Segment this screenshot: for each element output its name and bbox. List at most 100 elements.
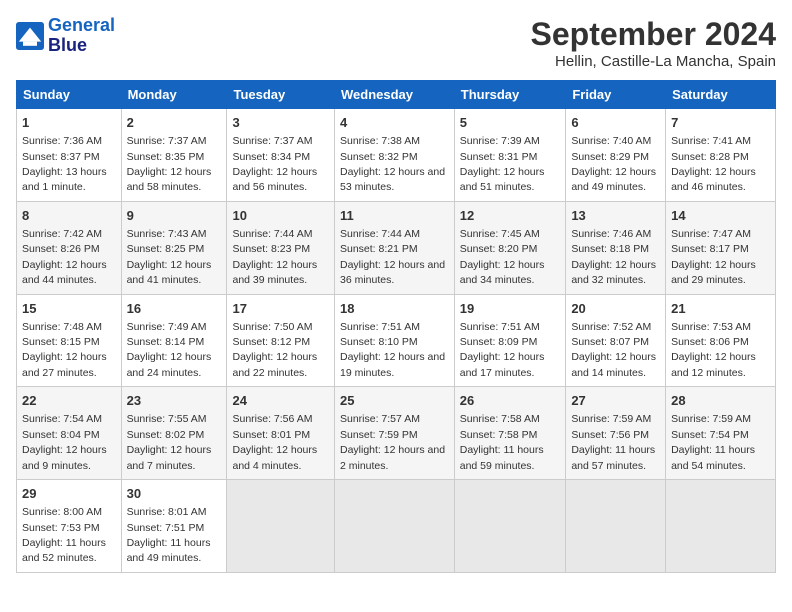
calendar-cell: 17 Sunrise: 7:50 AMSunset: 8:12 PMDaylig… bbox=[227, 294, 335, 387]
day-info: Sunrise: 7:53 AMSunset: 8:06 PMDaylight:… bbox=[671, 321, 756, 379]
day-info: Sunrise: 7:54 AMSunset: 8:04 PMDaylight:… bbox=[22, 413, 107, 471]
day-number: 24 bbox=[232, 392, 329, 410]
day-number: 26 bbox=[460, 392, 561, 410]
calendar-cell bbox=[227, 480, 335, 573]
day-number: 29 bbox=[22, 485, 116, 503]
day-info: Sunrise: 7:43 AMSunset: 8:25 PMDaylight:… bbox=[127, 228, 212, 286]
day-number: 10 bbox=[232, 207, 329, 225]
day-info: Sunrise: 8:01 AMSunset: 7:51 PMDaylight:… bbox=[127, 506, 211, 564]
calendar-cell: 29 Sunrise: 8:00 AMSunset: 7:53 PMDaylig… bbox=[17, 480, 122, 573]
day-info: Sunrise: 7:46 AMSunset: 8:18 PMDaylight:… bbox=[571, 228, 656, 286]
day-header-saturday: Saturday bbox=[666, 81, 776, 109]
day-info: Sunrise: 7:42 AMSunset: 8:26 PMDaylight:… bbox=[22, 228, 107, 286]
day-number: 3 bbox=[232, 114, 329, 132]
calendar-cell: 5 Sunrise: 7:39 AMSunset: 8:31 PMDayligh… bbox=[454, 109, 566, 202]
day-info: Sunrise: 7:44 AMSunset: 8:23 PMDaylight:… bbox=[232, 228, 317, 286]
calendar-cell: 9 Sunrise: 7:43 AMSunset: 8:25 PMDayligh… bbox=[121, 201, 227, 294]
calendar-cell bbox=[454, 480, 566, 573]
day-number: 7 bbox=[671, 114, 770, 132]
day-info: Sunrise: 7:41 AMSunset: 8:28 PMDaylight:… bbox=[671, 135, 756, 193]
calendar-cell: 19 Sunrise: 7:51 AMSunset: 8:09 PMDaylig… bbox=[454, 294, 566, 387]
day-number: 22 bbox=[22, 392, 116, 410]
calendar-week-0: 1 Sunrise: 7:36 AMSunset: 8:37 PMDayligh… bbox=[17, 109, 776, 202]
calendar-cell: 12 Sunrise: 7:45 AMSunset: 8:20 PMDaylig… bbox=[454, 201, 566, 294]
day-info: Sunrise: 8:00 AMSunset: 7:53 PMDaylight:… bbox=[22, 506, 106, 564]
calendar-cell: 18 Sunrise: 7:51 AMSunset: 8:10 PMDaylig… bbox=[334, 294, 454, 387]
day-header-friday: Friday bbox=[566, 81, 666, 109]
calendar-cell bbox=[334, 480, 454, 573]
day-info: Sunrise: 7:39 AMSunset: 8:31 PMDaylight:… bbox=[460, 135, 545, 193]
calendar-cell: 10 Sunrise: 7:44 AMSunset: 8:23 PMDaylig… bbox=[227, 201, 335, 294]
day-number: 25 bbox=[340, 392, 449, 410]
day-number: 2 bbox=[127, 114, 222, 132]
calendar-cell bbox=[566, 480, 666, 573]
calendar-cell: 20 Sunrise: 7:52 AMSunset: 8:07 PMDaylig… bbox=[566, 294, 666, 387]
day-number: 8 bbox=[22, 207, 116, 225]
calendar-subtitle: Hellin, Castille-La Mancha, Spain bbox=[531, 53, 776, 70]
calendar-cell: 27 Sunrise: 7:59 AMSunset: 7:56 PMDaylig… bbox=[566, 387, 666, 480]
calendar-cell: 26 Sunrise: 7:58 AMSunset: 7:58 PMDaylig… bbox=[454, 387, 566, 480]
calendar-cell: 7 Sunrise: 7:41 AMSunset: 8:28 PMDayligh… bbox=[666, 109, 776, 202]
day-number: 28 bbox=[671, 392, 770, 410]
logo: GeneralBlue bbox=[16, 16, 115, 56]
calendar-cell: 25 Sunrise: 7:57 AMSunset: 7:59 PMDaylig… bbox=[334, 387, 454, 480]
day-number: 21 bbox=[671, 300, 770, 318]
calendar-cell: 13 Sunrise: 7:46 AMSunset: 8:18 PMDaylig… bbox=[566, 201, 666, 294]
day-info: Sunrise: 7:49 AMSunset: 8:14 PMDaylight:… bbox=[127, 321, 212, 379]
header: GeneralBlue September 2024 Hellin, Casti… bbox=[16, 16, 776, 70]
day-number: 23 bbox=[127, 392, 222, 410]
calendar-cell: 16 Sunrise: 7:49 AMSunset: 8:14 PMDaylig… bbox=[121, 294, 227, 387]
day-number: 18 bbox=[340, 300, 449, 318]
day-number: 1 bbox=[22, 114, 116, 132]
calendar-cell: 21 Sunrise: 7:53 AMSunset: 8:06 PMDaylig… bbox=[666, 294, 776, 387]
day-info: Sunrise: 7:59 AMSunset: 7:54 PMDaylight:… bbox=[671, 413, 755, 471]
day-info: Sunrise: 7:40 AMSunset: 8:29 PMDaylight:… bbox=[571, 135, 656, 193]
day-number: 12 bbox=[460, 207, 561, 225]
day-number: 16 bbox=[127, 300, 222, 318]
calendar-cell: 1 Sunrise: 7:36 AMSunset: 8:37 PMDayligh… bbox=[17, 109, 122, 202]
calendar-cell: 8 Sunrise: 7:42 AMSunset: 8:26 PMDayligh… bbox=[17, 201, 122, 294]
calendar-cell: 30 Sunrise: 8:01 AMSunset: 7:51 PMDaylig… bbox=[121, 480, 227, 573]
day-number: 15 bbox=[22, 300, 116, 318]
title-area: September 2024 Hellin, Castille-La Manch… bbox=[531, 16, 776, 70]
day-info: Sunrise: 7:37 AMSunset: 8:35 PMDaylight:… bbox=[127, 135, 212, 193]
day-info: Sunrise: 7:45 AMSunset: 8:20 PMDaylight:… bbox=[460, 228, 545, 286]
day-number: 13 bbox=[571, 207, 660, 225]
day-header-thursday: Thursday bbox=[454, 81, 566, 109]
day-number: 19 bbox=[460, 300, 561, 318]
day-number: 27 bbox=[571, 392, 660, 410]
calendar-cell: 3 Sunrise: 7:37 AMSunset: 8:34 PMDayligh… bbox=[227, 109, 335, 202]
day-info: Sunrise: 7:51 AMSunset: 8:10 PMDaylight:… bbox=[340, 321, 445, 379]
logo-text: GeneralBlue bbox=[48, 16, 115, 56]
calendar-week-4: 29 Sunrise: 8:00 AMSunset: 7:53 PMDaylig… bbox=[17, 480, 776, 573]
day-header-wednesday: Wednesday bbox=[334, 81, 454, 109]
day-number: 20 bbox=[571, 300, 660, 318]
day-info: Sunrise: 7:55 AMSunset: 8:02 PMDaylight:… bbox=[127, 413, 212, 471]
calendar-cell: 24 Sunrise: 7:56 AMSunset: 8:01 PMDaylig… bbox=[227, 387, 335, 480]
day-info: Sunrise: 7:51 AMSunset: 8:09 PMDaylight:… bbox=[460, 321, 545, 379]
day-number: 14 bbox=[671, 207, 770, 225]
calendar-cell: 15 Sunrise: 7:48 AMSunset: 8:15 PMDaylig… bbox=[17, 294, 122, 387]
day-number: 6 bbox=[571, 114, 660, 132]
header-row: SundayMondayTuesdayWednesdayThursdayFrid… bbox=[17, 81, 776, 109]
day-header-tuesday: Tuesday bbox=[227, 81, 335, 109]
day-number: 30 bbox=[127, 485, 222, 503]
day-number: 17 bbox=[232, 300, 329, 318]
day-header-sunday: Sunday bbox=[17, 81, 122, 109]
calendar-cell: 4 Sunrise: 7:38 AMSunset: 8:32 PMDayligh… bbox=[334, 109, 454, 202]
day-info: Sunrise: 7:59 AMSunset: 7:56 PMDaylight:… bbox=[571, 413, 655, 471]
calendar-cell: 2 Sunrise: 7:37 AMSunset: 8:35 PMDayligh… bbox=[121, 109, 227, 202]
day-info: Sunrise: 7:57 AMSunset: 7:59 PMDaylight:… bbox=[340, 413, 445, 471]
day-info: Sunrise: 7:52 AMSunset: 8:07 PMDaylight:… bbox=[571, 321, 656, 379]
calendar-title: September 2024 bbox=[531, 16, 776, 53]
calendar-cell bbox=[666, 480, 776, 573]
day-number: 4 bbox=[340, 114, 449, 132]
calendar-cell: 28 Sunrise: 7:59 AMSunset: 7:54 PMDaylig… bbox=[666, 387, 776, 480]
day-info: Sunrise: 7:47 AMSunset: 8:17 PMDaylight:… bbox=[671, 228, 756, 286]
day-info: Sunrise: 7:38 AMSunset: 8:32 PMDaylight:… bbox=[340, 135, 445, 193]
calendar-week-2: 15 Sunrise: 7:48 AMSunset: 8:15 PMDaylig… bbox=[17, 294, 776, 387]
calendar-cell: 11 Sunrise: 7:44 AMSunset: 8:21 PMDaylig… bbox=[334, 201, 454, 294]
calendar-cell: 22 Sunrise: 7:54 AMSunset: 8:04 PMDaylig… bbox=[17, 387, 122, 480]
day-info: Sunrise: 7:56 AMSunset: 8:01 PMDaylight:… bbox=[232, 413, 317, 471]
calendar-cell: 14 Sunrise: 7:47 AMSunset: 8:17 PMDaylig… bbox=[666, 201, 776, 294]
